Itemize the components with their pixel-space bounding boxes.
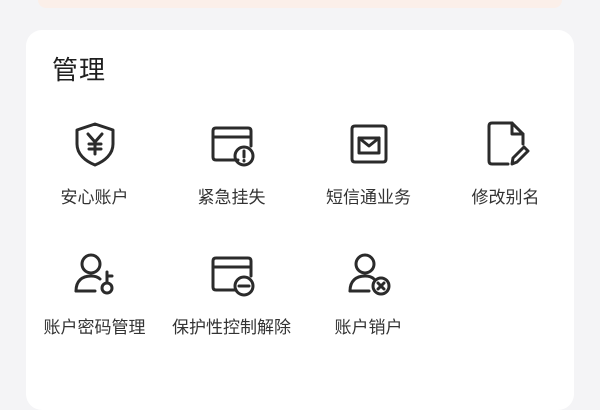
- menu-item-password-management[interactable]: 账户密码管理: [26, 248, 163, 340]
- card-minus-icon: [206, 248, 258, 300]
- card-alert-icon: [206, 118, 258, 170]
- edit-document-icon: [480, 118, 532, 170]
- menu-item-sms-service[interactable]: 短信通业务: [300, 118, 437, 210]
- management-card: 管理 安心账户 紧急挂失 短信通业务 修改别名 账户密码管理 保护性控制解除 账…: [26, 30, 574, 410]
- menu-item-edit-alias[interactable]: 修改别名: [437, 118, 574, 210]
- menu-item-label: 安心账户: [60, 188, 129, 208]
- menu-item-label: 修改别名: [471, 188, 540, 208]
- menu-item-secure-account[interactable]: 安心账户: [26, 118, 163, 210]
- menu-item-label: 账户密码管理: [43, 318, 146, 338]
- menu-item-close-account[interactable]: 账户销户: [300, 248, 437, 340]
- management-grid: 安心账户 紧急挂失 短信通业务 修改别名 账户密码管理 保护性控制解除 账户销户: [26, 30, 574, 410]
- user-key-icon: [69, 248, 121, 300]
- menu-item-emergency-loss[interactable]: 紧急挂失: [163, 118, 300, 210]
- top-banner: [38, 0, 562, 8]
- menu-item-label: 短信通业务: [326, 188, 411, 208]
- user-remove-icon: [343, 248, 395, 300]
- shield-yen-icon: [69, 118, 121, 170]
- menu-item-label: 账户销户: [334, 318, 403, 338]
- menu-item-protective-control-release[interactable]: 保护性控制解除: [163, 248, 300, 340]
- menu-item-label: 保护性控制解除: [172, 318, 291, 338]
- menu-item-label: 紧急挂失: [197, 188, 266, 208]
- sms-mail-icon: [343, 118, 395, 170]
